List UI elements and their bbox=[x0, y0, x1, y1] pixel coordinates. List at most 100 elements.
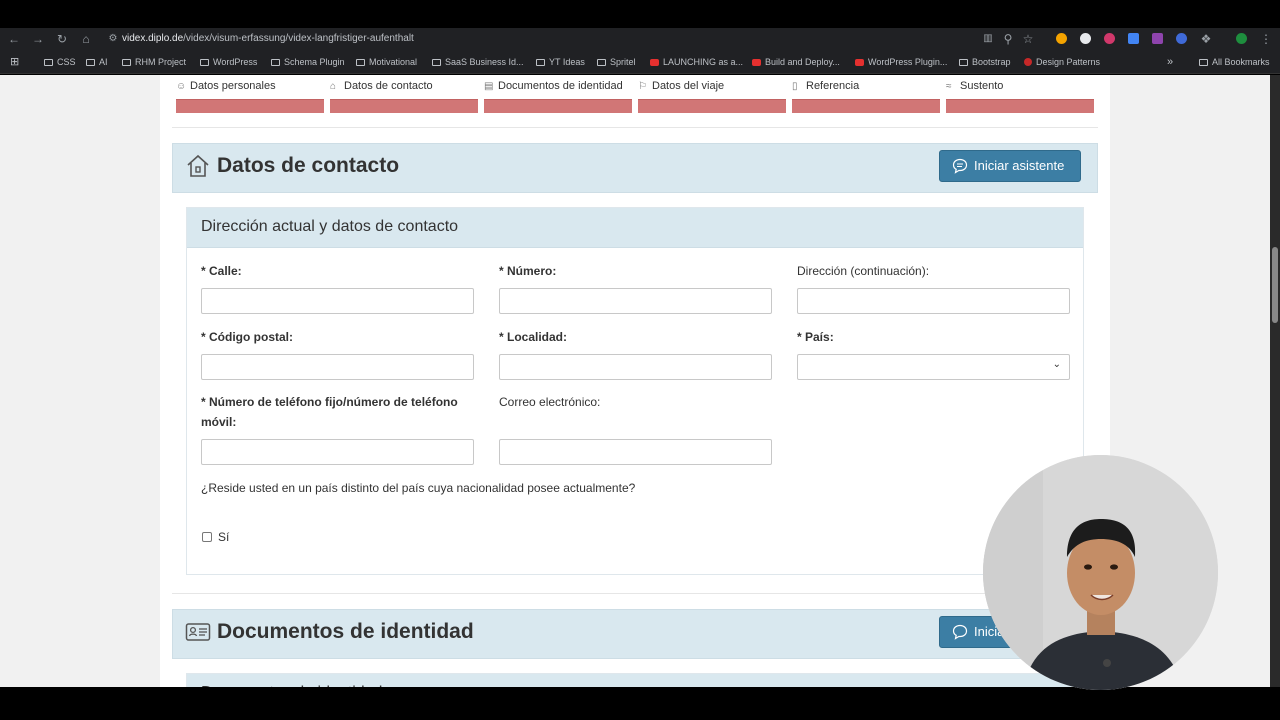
url-path: /videx/visum-erfassung/videx-langfristig… bbox=[183, 33, 414, 44]
site-info-icon[interactable]: ⚙ bbox=[104, 28, 122, 50]
back-icon[interactable]: ← bbox=[4, 28, 24, 50]
folder-icon bbox=[536, 59, 545, 66]
browser-toolbar: ← → ↻ ⌂ ⚙ videx.diplo.de/videx/visum-erfa… bbox=[0, 28, 1280, 50]
extensions-area: ▥ ⚲ ☆ ❖ ⋮ bbox=[976, 28, 1276, 50]
correo-input[interactable] bbox=[499, 439, 772, 465]
menu-icon[interactable]: ⋮ bbox=[1256, 28, 1276, 50]
window-top-bar bbox=[0, 0, 1280, 28]
direccion-continuacion-input[interactable] bbox=[797, 288, 1070, 314]
label-direccion-continuacion: Dirección (continuación): bbox=[797, 264, 930, 278]
step-progress-bar bbox=[792, 99, 940, 113]
extension-icon[interactable] bbox=[1056, 33, 1067, 44]
folder-icon bbox=[959, 59, 968, 66]
extension-icon[interactable] bbox=[1080, 33, 1091, 44]
section-header-contacto: Datos de contacto Iniciar asistente bbox=[172, 143, 1098, 193]
bookmark-item[interactable]: WordPress Plugin... bbox=[855, 50, 947, 74]
step-datos-personales[interactable]: ☺ Datos personales bbox=[176, 79, 324, 113]
step-progress-bar bbox=[330, 99, 478, 113]
folder-icon bbox=[122, 59, 131, 66]
star-icon[interactable]: ☆ bbox=[1018, 28, 1038, 50]
step-datos-de-contacto[interactable]: ⌂ Datos de contacto bbox=[330, 79, 478, 113]
youtube-icon bbox=[855, 59, 864, 66]
folder-icon bbox=[200, 59, 209, 66]
extension-icon[interactable] bbox=[1128, 33, 1139, 44]
step-datos-del-viaje[interactable]: ⚐ Datos del viaje bbox=[638, 79, 786, 113]
more-bookmarks-icon[interactable]: » bbox=[1167, 50, 1173, 74]
apps-icon[interactable]: ⊞ bbox=[10, 50, 19, 74]
money-icon: ≈ bbox=[946, 81, 952, 92]
folder-icon bbox=[86, 59, 95, 66]
map-icon: ⚐ bbox=[638, 81, 647, 92]
bookmark-item[interactable]: RHM Project bbox=[122, 50, 186, 74]
step-progress-bar bbox=[638, 99, 786, 113]
telefono-input[interactable] bbox=[201, 439, 474, 465]
localidad-input[interactable] bbox=[499, 354, 772, 380]
id-card-icon bbox=[185, 623, 211, 641]
numero-input[interactable] bbox=[499, 288, 772, 314]
document-icon: ▯ bbox=[792, 81, 798, 92]
label-telefono: * Número de teléfono fijo/número de telé… bbox=[201, 395, 458, 409]
divider bbox=[172, 593, 1098, 594]
profile-avatar[interactable] bbox=[1236, 33, 1247, 44]
label-numero: * Número: bbox=[499, 264, 557, 278]
step-documentos-de-identidad[interactable]: ▤ Documentos de identidad bbox=[484, 79, 632, 113]
bookmark-item[interactable]: Schema Plugin bbox=[271, 50, 345, 74]
puzzle-icon[interactable]: ❖ bbox=[1196, 28, 1216, 50]
bookmarks-bar: ⊞ CSS AI RHM Project WordPress Schema Pl… bbox=[0, 50, 1280, 74]
pais-select[interactable]: ⌄ bbox=[797, 354, 1070, 380]
label-localidad: * Localidad: bbox=[499, 330, 568, 344]
chevron-down-icon: ⌄ bbox=[1052, 359, 1061, 370]
home-icon[interactable]: ⌂ bbox=[76, 28, 96, 50]
presenter-image bbox=[983, 455, 1218, 690]
chat-icon bbox=[952, 624, 968, 640]
step-referencia[interactable]: ▯ Referencia bbox=[792, 79, 940, 113]
step-progress-bar bbox=[484, 99, 632, 113]
house-icon bbox=[187, 154, 209, 177]
translate-icon[interactable]: ▥ bbox=[978, 28, 998, 50]
forward-icon[interactable]: → bbox=[28, 28, 48, 50]
reload-icon[interactable]: ↻ bbox=[52, 28, 72, 50]
label-codigo-postal: * Código postal: bbox=[201, 330, 293, 344]
iniciar-asistente-button[interactable]: Iniciar asistente bbox=[939, 150, 1081, 182]
documents-card: Documentos de identidad bbox=[186, 673, 1084, 687]
step-sustento[interactable]: ≈ Sustento bbox=[946, 79, 1094, 113]
scrollbar[interactable] bbox=[1270, 75, 1280, 687]
codigo-postal-input[interactable] bbox=[201, 354, 474, 380]
extension-icon[interactable] bbox=[1152, 33, 1163, 44]
label-calle: * Calle: bbox=[201, 264, 242, 278]
si-checkbox-label[interactable]: Sí bbox=[218, 527, 229, 547]
extension-icon[interactable] bbox=[1104, 33, 1115, 44]
form-container: ☺ Datos personales ⌂ Datos de contacto ▤ Do… bbox=[160, 75, 1110, 687]
all-bookmarks[interactable]: All Bookmarks bbox=[1199, 50, 1270, 74]
bookmark-item[interactable]: AI bbox=[86, 50, 108, 74]
address-bar[interactable]: ⚙ videx.diplo.de/videx/visum-erfassung/vi… bbox=[104, 28, 984, 50]
calle-input[interactable] bbox=[201, 288, 474, 314]
url-domain: videx.diplo.de bbox=[122, 33, 184, 44]
bookmark-item[interactable]: Motivational bbox=[356, 50, 417, 74]
bookmark-item[interactable]: SaaS Business Id... bbox=[432, 50, 524, 74]
folder-icon bbox=[432, 59, 441, 66]
person-icon: ☺ bbox=[176, 81, 187, 92]
bookmark-item[interactable]: Bootstrap bbox=[959, 50, 1011, 74]
folder-icon bbox=[44, 59, 53, 66]
bookmark-item[interactable]: Design Patterns bbox=[1024, 50, 1100, 74]
webcam-overlay bbox=[983, 455, 1218, 690]
si-checkbox[interactable] bbox=[202, 532, 212, 542]
label-pais: * País: bbox=[797, 330, 834, 344]
bookmark-item[interactable]: WordPress bbox=[200, 50, 257, 74]
extension-icon[interactable] bbox=[1176, 33, 1187, 44]
home-icon: ⌂ bbox=[330, 81, 337, 92]
card-title: Documentos de identidad bbox=[187, 674, 1083, 687]
zoom-icon[interactable]: ⚲ bbox=[998, 28, 1018, 50]
bookmark-item[interactable]: LAUNCHING as a... bbox=[650, 50, 743, 74]
bookmark-favicon bbox=[1024, 58, 1032, 66]
section-title: Datos de contacto bbox=[217, 154, 400, 177]
address-contact-card: Dirección actual y datos de contacto * C… bbox=[186, 207, 1084, 575]
folder-icon bbox=[356, 59, 365, 66]
bookmark-item[interactable]: Build and Deploy... bbox=[752, 50, 840, 74]
bookmark-item[interactable]: Spritel bbox=[597, 50, 636, 74]
section-header-documentos: Documentos de identidad Inicia bbox=[172, 609, 1098, 659]
scrollbar-thumb[interactable] bbox=[1272, 247, 1278, 323]
bookmark-item[interactable]: YT Ideas bbox=[536, 50, 585, 74]
bookmark-item[interactable]: CSS bbox=[44, 50, 76, 74]
